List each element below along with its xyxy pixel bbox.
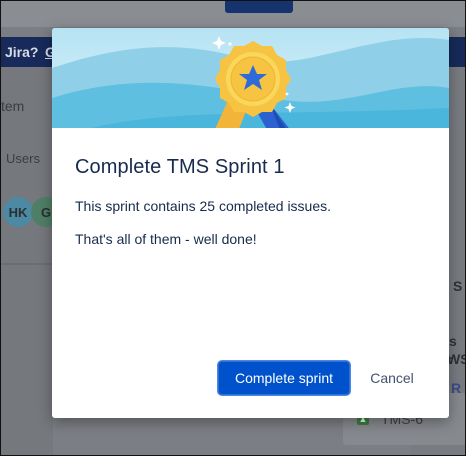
divider (1, 263, 53, 265)
banner-text: Jira? (5, 44, 39, 60)
users-label: Users (6, 151, 40, 166)
cancel-button[interactable]: Cancel (360, 361, 424, 395)
dialog-message: This sprint contains 25 completed issues… (75, 198, 332, 214)
award-ribbon-icon (52, 28, 449, 128)
avatar: HK (3, 197, 33, 227)
sidebar-item: tem (1, 98, 25, 114)
top-bar-button (225, 1, 293, 13)
right-panel-text: WS (447, 351, 465, 367)
screen: Jira? G tem Users HK G S s - WS R ▲ TMS-… (0, 0, 466, 456)
complete-sprint-button[interactable]: Complete sprint (218, 361, 350, 395)
sidebar (1, 67, 53, 455)
complete-sprint-dialog: Complete TMS Sprint 1 This sprint contai… (52, 28, 449, 418)
dialog-title: Complete TMS Sprint 1 (75, 156, 285, 178)
dialog-message: That's all of them - well done! (75, 231, 257, 247)
right-panel-text: S (453, 278, 463, 294)
